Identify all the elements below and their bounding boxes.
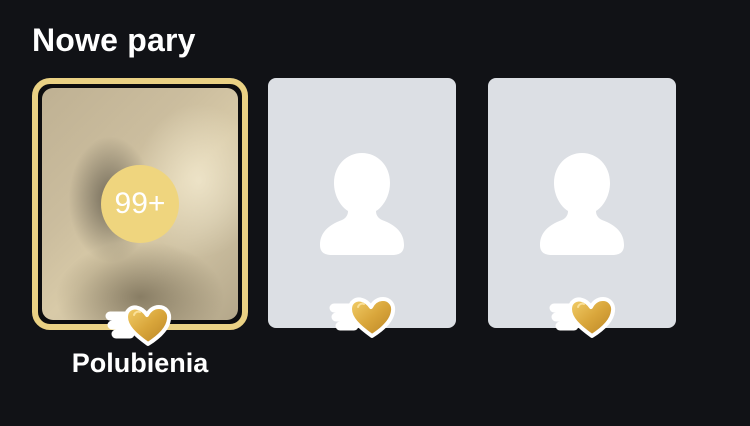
likes-label: Polubienia	[71, 348, 209, 378]
likes-card-slot[interactable]: 99+ Polubienia	[32, 78, 248, 388]
likes-count-badge: 99+	[101, 165, 179, 243]
gold-heart-icon	[548, 294, 616, 340]
match-card-slot[interactable]	[268, 78, 456, 348]
likes-card[interactable]: 99+	[32, 78, 248, 330]
gold-heart-icon	[104, 302, 172, 348]
section-title: Nowe pary	[32, 22, 196, 58]
new-matches-screen: Nowe pary 99+ Polubienia	[0, 0, 750, 426]
likes-blurred-preview: 99+	[42, 88, 238, 320]
person-silhouette-icon	[320, 153, 404, 257]
gold-heart-icon	[328, 294, 396, 340]
match-card-slot[interactable]	[488, 78, 676, 348]
person-silhouette-icon	[540, 153, 624, 257]
match-placeholder-card[interactable]	[268, 78, 456, 328]
match-placeholder-card[interactable]	[488, 78, 676, 328]
